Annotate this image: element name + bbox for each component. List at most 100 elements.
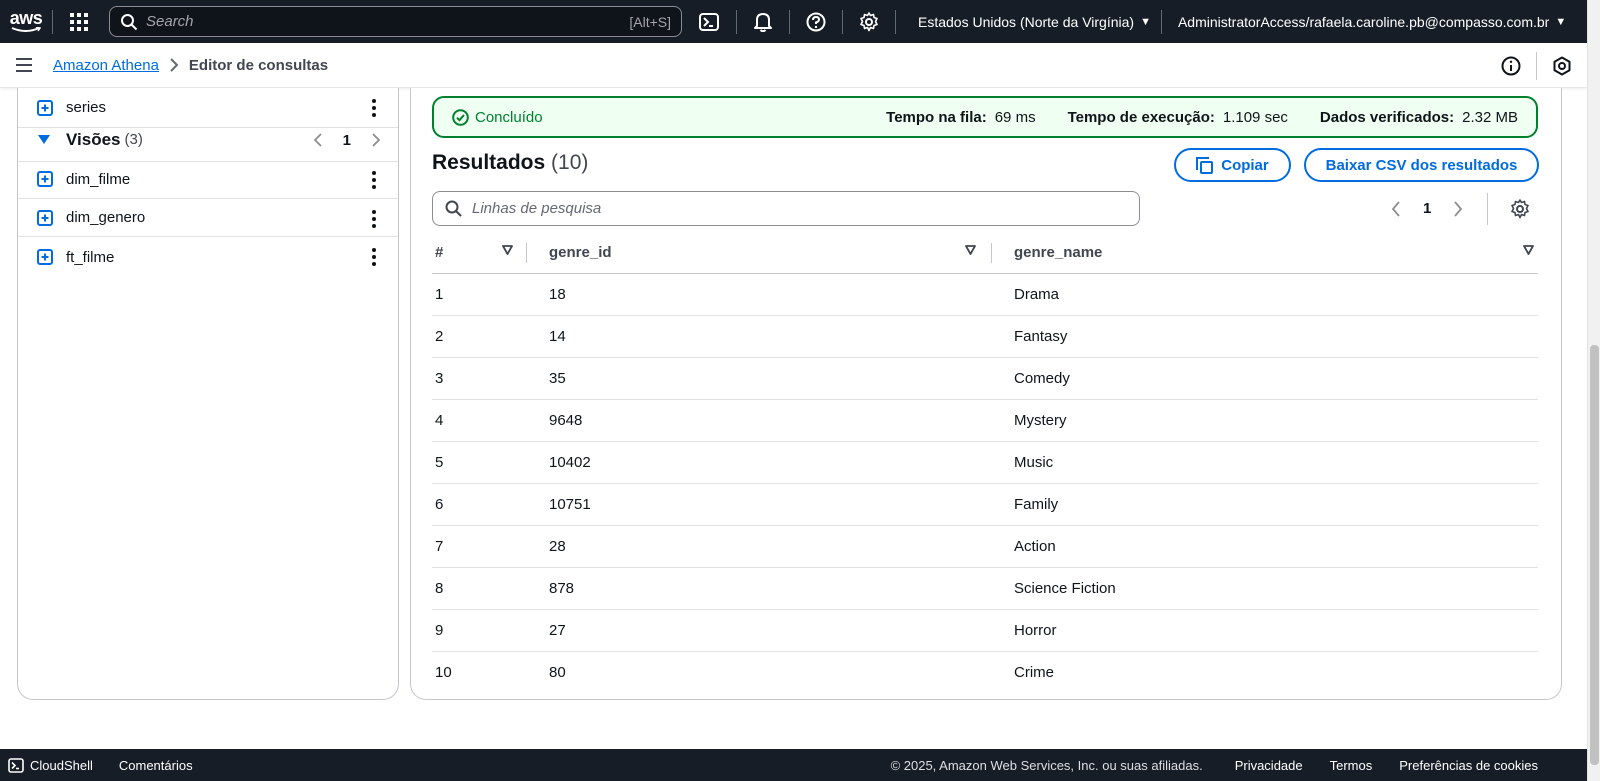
chevron-right-icon[interactable] [371, 133, 380, 147]
check-circle-icon [452, 108, 469, 126]
account-menu[interactable]: AdministratorAccess/rafaela.caroline.pb@… [1162, 0, 1580, 43]
info-button[interactable] [1486, 43, 1536, 88]
cell-index: 2 [432, 315, 527, 358]
aws-smile-icon [11, 27, 41, 32]
sort-caret-icon[interactable] [1523, 245, 1534, 255]
view-item-dim-genero[interactable]: dim_genero [18, 199, 398, 237]
copy-button[interactable]: Copiar [1174, 148, 1291, 182]
terminal-icon [699, 12, 719, 31]
column-header-index[interactable]: # [432, 233, 527, 274]
views-section-header[interactable]: Visões (3) 1 [18, 118, 398, 162]
more-actions-button[interactable] [372, 199, 376, 239]
views-section-title: Visões [66, 129, 121, 149]
query-results-panel: Concluído Tempo na fila: 69 ms Tempo de e… [410, 88, 1562, 700]
view-item-ft-filme[interactable]: ft_filme [18, 237, 398, 277]
chevron-left-icon[interactable] [1391, 200, 1401, 217]
terminal-icon [8, 757, 24, 773]
data-scanned-label: Dados verificados: [1319, 108, 1455, 126]
help-button[interactable] [790, 0, 842, 43]
caret-down-icon[interactable] [38, 134, 52, 145]
table-row: 3 35 Comedy [432, 357, 1538, 400]
download-csv-button[interactable]: Baixar CSV dos resultados [1304, 148, 1539, 182]
account-label: AdministratorAccess/rafaela.caroline.pb@… [1177, 13, 1550, 30]
global-search[interactable]: [Alt+S] [109, 6, 682, 37]
cell-genre-name: Comedy [992, 357, 1538, 400]
expand-plus-icon[interactable] [37, 171, 53, 187]
hexagon-icon [1553, 56, 1571, 75]
expand-plus-icon[interactable] [37, 209, 53, 226]
breadcrumb-service-link[interactable]: Amazon Athena [53, 57, 159, 74]
copyright-text: © 2025, Amazon Web Services, Inc. ou sua… [890, 757, 1203, 773]
info-icon [1501, 56, 1521, 75]
column-header-genre-name[interactable]: genre_name [992, 233, 1538, 274]
breadcrumb-bar: Amazon Athena Editor de consultas [0, 43, 1587, 88]
terms-link[interactable]: Termos [1330, 758, 1373, 773]
column-header-label: # [435, 244, 444, 262]
cookie-preferences-link[interactable]: Preferências de cookies [1399, 758, 1538, 773]
table-row: 5 10402 Music [432, 441, 1538, 484]
cell-genre-id: 18 [527, 273, 992, 316]
scrollbar-thumb[interactable] [1590, 345, 1599, 765]
bell-icon [754, 12, 772, 32]
more-actions-button[interactable] [372, 237, 376, 277]
column-header-genre-id[interactable]: genre_id [527, 233, 992, 274]
services-menu-button[interactable] [53, 0, 105, 43]
cell-index: 4 [432, 399, 527, 442]
vertical-dots-icon [372, 171, 376, 189]
gear-icon[interactable] [1510, 198, 1530, 219]
privacy-link[interactable]: Privacidade [1235, 758, 1303, 773]
region-selector[interactable]: Estados Unidos (Norte da Virgínia) ▼ [908, 0, 1161, 43]
nav-divider [895, 9, 896, 34]
vertical-dots-icon [372, 248, 376, 266]
cloudshell-button[interactable] [682, 0, 736, 43]
view-item-label: dim_genero [66, 209, 146, 226]
queue-time: Tempo na fila: 69 ms [886, 109, 1035, 126]
more-actions-button[interactable] [372, 160, 376, 200]
cloudshell-footer-button[interactable]: CloudShell [8, 758, 93, 773]
results-page-number[interactable]: 1 [1423, 200, 1431, 217]
global-search-input[interactable] [146, 13, 630, 30]
chevron-right-icon[interactable] [1453, 200, 1463, 217]
cell-index: 6 [432, 483, 527, 526]
copy-icon [1196, 156, 1214, 174]
table-row: 2 14 Fantasy [432, 315, 1538, 358]
grid-icon [70, 12, 88, 31]
cell-index: 7 [432, 525, 527, 568]
sort-caret-icon[interactable] [965, 245, 976, 255]
page-scrollbar[interactable] [1587, 0, 1600, 781]
cell-genre-name: Action [992, 525, 1538, 568]
cell-genre-name: Horror [992, 609, 1538, 652]
results-search[interactable] [432, 191, 1140, 226]
chevron-right-icon [169, 58, 179, 72]
cell-genre-id: 9648 [527, 399, 992, 442]
results-search-input[interactable] [472, 200, 1127, 217]
table-row: 1 18 Drama [432, 273, 1538, 316]
cell-genre-id: 28 [527, 525, 992, 568]
chevron-left-icon[interactable] [313, 133, 323, 147]
side-nav-toggle[interactable] [0, 43, 48, 88]
expand-plus-icon[interactable] [37, 99, 53, 116]
feedback-link[interactable]: Comentários [119, 758, 193, 773]
column-header-label: genre_name [1014, 244, 1103, 262]
queue-time-value: 69 ms [994, 108, 1036, 126]
execution-time-label: Tempo de execução: [1067, 108, 1215, 126]
cell-genre-name: Mystery [992, 399, 1538, 442]
sort-caret-icon[interactable] [502, 245, 513, 255]
results-heading: Resultados (10) [432, 151, 588, 175]
table-row: 9 27 Horror [432, 609, 1538, 652]
aws-logo[interactable]: aws [0, 0, 52, 43]
caret-down-icon: ▼ [1140, 15, 1151, 28]
cell-index: 1 [432, 273, 527, 316]
gear-icon [860, 11, 878, 31]
notifications-button[interactable] [737, 0, 789, 43]
views-page-number[interactable]: 1 [343, 132, 351, 149]
query-metrics: Tempo na fila: 69 ms Tempo de execução: 1.… [886, 109, 1518, 126]
copy-button-label: Copiar [1221, 156, 1269, 174]
breadcrumb-tools [1486, 43, 1587, 88]
aws-logo-text: aws [9, 8, 43, 28]
view-item-dim-filme[interactable]: dim_filme [18, 160, 398, 199]
tutorial-button[interactable] [1537, 43, 1587, 88]
expand-plus-icon[interactable] [37, 249, 53, 265]
results-table: # genre_id genre_name 1 18 Drama 2 14 Fantasy… [432, 233, 1538, 693]
settings-button[interactable] [843, 0, 895, 43]
